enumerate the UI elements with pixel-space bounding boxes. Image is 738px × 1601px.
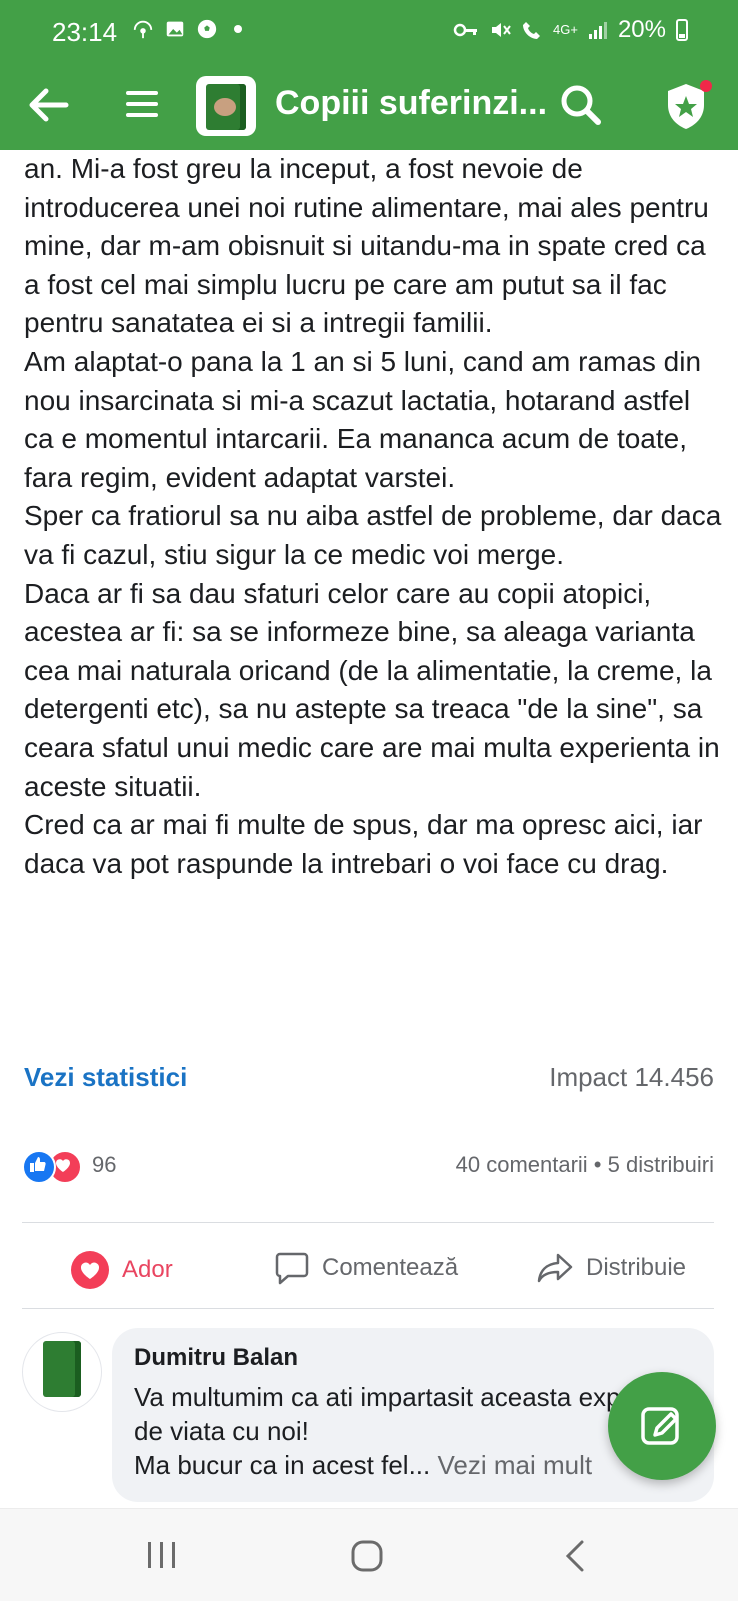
signal-icon — [588, 22, 607, 39]
post-paragraph: an. Mi-a fost greu la inceput, a fost ne… — [24, 153, 709, 339]
comment-label: Comentează — [322, 1254, 459, 1281]
post-insights-row: Vezi statistici Impact 14.456 — [24, 1062, 714, 1102]
book-cover-image — [43, 1341, 81, 1397]
group-avatar[interactable] — [196, 76, 256, 136]
more-notifications-dot — [234, 25, 242, 33]
edit-pencil-icon — [641, 1407, 679, 1445]
comment-button[interactable]: Comentează — [274, 1250, 458, 1286]
soccer-ball-icon — [197, 19, 217, 39]
post-paragraph: Sper ca fratiorul sa nu aiba astfel de p… — [24, 500, 722, 570]
post-paragraph: Cred ca ar mai fi multe de spus, dar ma … — [24, 809, 703, 879]
mute-icon — [492, 23, 511, 37]
search-icon[interactable] — [556, 80, 606, 130]
system-navigation-bar — [0, 1508, 738, 1601]
divider — [22, 1222, 714, 1223]
notification-icons — [132, 18, 242, 40]
battery-percent: 20% — [617, 16, 666, 43]
post-paragraph: Daca ar fi sa dau sfaturi celor care au … — [24, 577, 720, 802]
vpn-key-icon — [453, 23, 478, 37]
divider — [22, 1308, 714, 1309]
status-bar: 23:14 4G+ 20% — [0, 0, 738, 66]
compose-post-button[interactable] — [608, 1372, 716, 1480]
share-label: Distribuie — [586, 1254, 687, 1281]
top-bar: 23:14 4G+ 20% Copiii suferinzi... — [0, 0, 738, 150]
hotspot-icon — [133, 20, 153, 39]
react-label: Ador — [122, 1256, 173, 1283]
view-statistics-link[interactable]: Vezi statistici — [24, 1062, 187, 1093]
book-cover-image — [206, 84, 246, 130]
post-paragraph: Am alaptat-o pana la 1 an si 5 luni, can… — [24, 345, 702, 493]
gallery-icon — [166, 21, 184, 37]
home-icon[interactable] — [350, 1539, 384, 1573]
share-arrow-icon — [537, 1253, 573, 1283]
reactions-summary: 96 40 comentarii • 5 distribuiri — [22, 1148, 714, 1188]
battery-icon — [676, 19, 688, 41]
reaction-icons[interactable] — [22, 1150, 84, 1184]
see-more-link[interactable]: Vezi mai mult — [437, 1450, 592, 1480]
back-arrow-icon[interactable] — [22, 80, 72, 130]
impact-count: Impact 14.456 — [549, 1062, 714, 1092]
reactions-count[interactable]: 96 — [92, 1152, 116, 1178]
back-nav-icon[interactable] — [562, 1539, 588, 1573]
react-button[interactable]: Ador — [70, 1250, 173, 1290]
comment-bubble-icon — [275, 1252, 309, 1285]
hamburger-menu-icon[interactable] — [122, 84, 162, 124]
network-type: 4G+ — [553, 22, 578, 37]
commenter-avatar[interactable] — [22, 1332, 102, 1412]
comment-author[interactable]: Dumitru Balan — [134, 1344, 298, 1372]
share-button[interactable]: Distribuie — [536, 1250, 686, 1286]
post-actions: Ador Comentează Distribuie — [0, 1230, 738, 1310]
like-reaction-icon — [22, 1150, 56, 1184]
post-body: an. Mi-a fost greu la inceput, a fost ne… — [24, 150, 724, 883]
group-title[interactable]: Copiii suferinzi... — [275, 84, 547, 123]
status-time: 23:14 — [52, 17, 118, 47]
heart-icon — [71, 1251, 109, 1289]
app-bar: Copiii suferinzi... — [0, 66, 738, 150]
system-icons: 4G+ 20% — [453, 16, 688, 44]
comments-shares-count[interactable]: 40 comentarii • 5 distribuiri — [456, 1152, 714, 1178]
recent-apps-icon[interactable] — [144, 1539, 180, 1571]
wifi-call-icon — [523, 22, 541, 39]
shield-star-icon[interactable] — [660, 76, 716, 136]
